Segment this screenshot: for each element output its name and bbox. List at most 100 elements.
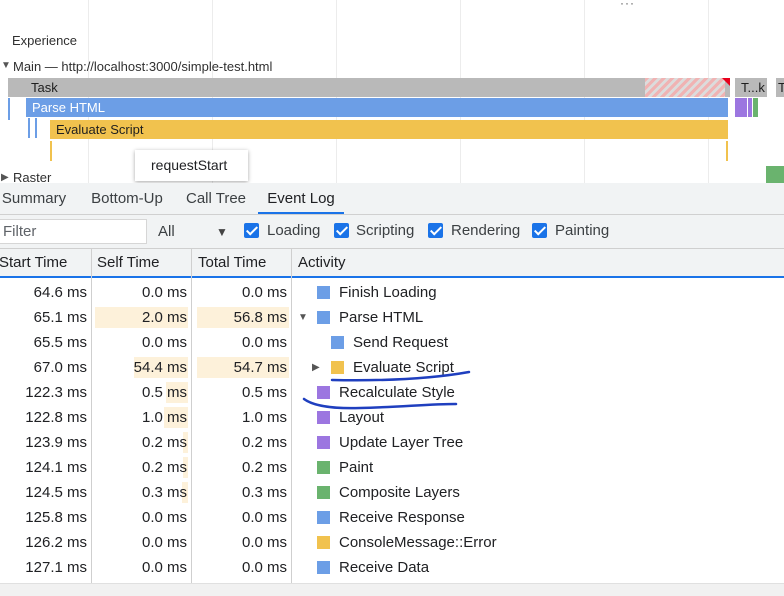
total-time-cell: 0.2 ms [241,459,287,476]
table-row[interactable]: 67.0 ms 54.4 ms 54.7 ms ▶ Evaluate Scrip… [0,355,784,380]
task-bar-label: Task [31,80,58,95]
self-time-cell: 0.5 ms [141,384,187,401]
loading-checkbox-label[interactable]: Loading [267,222,320,240]
tab-summary[interactable]: Summary [0,183,68,214]
category-color-swatch [317,486,330,499]
painting-checkbox-label[interactable]: Painting [555,222,609,240]
table-row[interactable]: 127.1 ms 0.0 ms 0.0 ms Receive Data [0,555,784,580]
tab-bottom-up[interactable]: Bottom-Up [86,183,168,214]
timing-tooltip: requestStart [135,150,248,181]
scripting-marker [726,141,728,161]
collapse-main-icon[interactable]: ▼ [1,60,11,71]
scripting-marker [50,141,52,161]
horizontal-scrollbar[interactable] [0,583,784,596]
rendering-bar[interactable] [735,98,747,117]
details-tab-bar: Summary Bottom-Up Call Tree Event Log [0,183,784,215]
start-time-cell: 124.1 ms [25,459,87,476]
filter-input[interactable] [0,219,147,244]
column-header-start-time[interactable]: Start Time [0,249,67,276]
total-time-cell: 0.3 ms [241,484,287,501]
evaluate-script-bar-label: Evaluate Script [56,122,144,137]
expand-raster-icon[interactable]: ▶ [1,172,9,183]
total-time-cell: 0.0 ms [241,534,287,551]
rendering-bar[interactable] [748,98,752,117]
total-time-cell: 0.0 ms [241,284,287,301]
task-bar-short[interactable]: T...k [735,78,767,97]
total-time-cell: 0.0 ms [241,334,287,351]
tab-event-log[interactable]: Event Log [258,183,344,214]
table-row[interactable]: 123.9 ms 0.2 ms 0.2 ms Update Layer Tree [0,430,784,455]
activity-name: ConsoleMessage::Error [339,534,497,551]
main-track-label[interactable]: Main — http://localhost:3000/simple-test… [13,59,272,74]
column-header-activity[interactable]: Activity [298,249,346,276]
category-color-swatch [331,361,344,374]
tab-call-tree[interactable]: Call Tree [183,183,249,214]
painting-checkbox[interactable] [532,223,547,238]
loading-marker [35,118,37,138]
start-time-cell: 122.8 ms [25,409,87,426]
raster-track-label[interactable]: Raster [13,170,51,183]
self-time-cell: 2.0 ms [141,309,187,326]
timeline-flame-chart[interactable]: ··· Experience ▼ Main — http://localhost… [0,0,784,183]
table-row[interactable]: 122.3 ms 0.5 ms 0.5 ms Recalculate Style [0,380,784,405]
activity-name: Parse HTML [339,309,424,326]
more-dots-icon[interactable]: ··· [620,0,635,9]
rendering-checkbox[interactable] [428,223,443,238]
table-row[interactable]: 125.8 ms 0.0 ms 0.0 ms Receive Response [0,505,784,530]
column-header-self-time[interactable]: Self Time [97,249,160,276]
task-tiny-label: T [778,80,784,95]
self-time-cell: 0.0 ms [141,559,187,576]
dropdown-arrow-icon: ▼ [216,225,228,239]
total-time-cell: 54.7 ms [233,359,287,376]
scripting-checkbox[interactable] [334,223,349,238]
task-bar-tiny[interactable]: T [776,78,784,97]
activity-name: Composite Layers [339,484,460,501]
self-time-cell: 1.0 ms [141,409,187,426]
loading-checkbox[interactable] [244,223,259,238]
activity-name: Receive Data [339,559,430,576]
table-row[interactable]: 122.8 ms 1.0 ms 1.0 ms Layout [0,405,784,430]
column-header-total-time[interactable]: Total Time [198,249,266,276]
rendering-checkbox-label[interactable]: Rendering [451,222,520,240]
expand-row-icon[interactable]: ▼ [298,305,308,330]
self-time-cell: 54.4 ms [133,359,187,376]
event-log-table-header: Start Time Self Time Total Time Activity [0,249,784,278]
self-time-cell: 0.0 ms [141,509,187,526]
duration-filter-select[interactable]: All ▼ [158,221,238,243]
start-time-cell: 65.5 ms [33,334,87,351]
evaluate-script-bar[interactable]: Evaluate Script [50,120,728,139]
table-row[interactable]: 126.2 ms 0.0 ms 0.0 ms ConsoleMessage::E… [0,530,784,555]
painting-bar[interactable] [753,98,758,117]
long-task-warning-stripes [645,78,725,97]
raster-paint-bar[interactable] [766,166,784,183]
scripting-checkbox-label[interactable]: Scripting [356,222,414,240]
duration-filter-value: All [158,223,175,240]
category-color-swatch [317,311,330,324]
activity-name: Evaluate Script [353,359,454,376]
total-time-cell: 0.0 ms [241,509,287,526]
table-row[interactable]: 124.5 ms 0.3 ms 0.3 ms Composite Layers [0,480,784,505]
category-color-swatch [317,411,330,424]
start-time-cell: 65.1 ms [33,309,87,326]
table-row[interactable]: 65.5 ms 0.0 ms 0.0 ms Send Request [0,330,784,355]
start-time-cell: 126.2 ms [25,534,87,551]
table-row[interactable]: 124.1 ms 0.2 ms 0.2 ms Paint [0,455,784,480]
self-time-cell: 0.0 ms [141,334,187,351]
total-time-cell: 1.0 ms [241,409,287,426]
table-row[interactable]: 64.6 ms 0.0 ms 0.0 ms Finish Loading [0,280,784,305]
activity-name: Layout [339,409,385,426]
start-time-cell: 125.8 ms [25,509,87,526]
total-time-cell: 0.5 ms [241,384,287,401]
task-bar[interactable]: Task [8,78,730,97]
table-row[interactable]: 65.1 ms 2.0 ms 56.8 ms ▼ Parse HTML [0,305,784,330]
category-color-swatch [331,336,344,349]
self-time-cell: 0.2 ms [141,434,187,451]
activity-name: Finish Loading [339,284,437,301]
start-time-cell: 123.9 ms [25,434,87,451]
self-time-cell: 0.3 ms [141,484,187,501]
total-time-cell: 0.2 ms [241,434,287,451]
filter-toolbar: All ▼ Loading Scripting Rendering Painti… [0,215,784,249]
parse-html-bar[interactable]: Parse HTML [26,98,728,117]
expand-row-icon[interactable]: ▶ [312,355,320,380]
self-time-cell: 0.2 ms [141,459,187,476]
